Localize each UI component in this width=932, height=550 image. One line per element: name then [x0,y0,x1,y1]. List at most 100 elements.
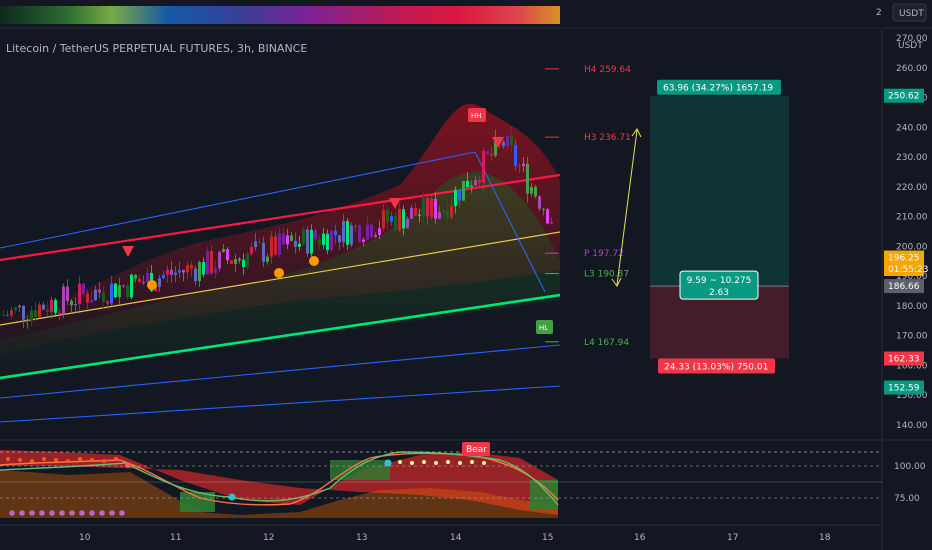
candle-body [478,180,481,183]
osc-dot [89,510,95,516]
time-tick-label: 11 [170,533,181,543]
candle-body [210,251,213,274]
long-position-tool[interactable]: 63.96 (34.27%) 1657.19 24.33 (13.03%) 750… [650,79,789,374]
candle-body [250,247,253,254]
price-tag-label: 250.62 [888,92,920,102]
osc-dot [69,510,75,516]
chart-canvas[interactable]: 2 USDT USDT 270.00260.00250.00240.00230.… [0,0,932,550]
hl-marker-label: HL [539,324,548,332]
oscillator-axis[interactable]: 100.00 75.00 [894,462,926,504]
bear-icon [274,268,284,278]
candle-body [414,207,417,216]
price-tick-label: 230.00 [896,153,928,163]
price-tag-label: 186.66 [888,282,920,292]
price-tick-label: 180.00 [896,302,928,312]
price-tick-label: 140.00 [896,421,928,431]
candle-body [218,251,221,269]
candle-body [398,209,401,231]
candle-body [86,293,89,303]
candle-body [74,304,77,306]
candle-body [306,229,309,254]
candle-body [298,243,301,247]
candle-body [374,235,377,237]
candle-body [382,209,385,229]
candle-body [94,289,97,301]
candle-body [42,304,45,310]
candle-body [450,206,453,218]
price-tick-label: 260.00 [896,64,928,74]
chart-title: Litecoin / TetherUS PERPETUAL FUTURES, 3… [6,42,308,55]
candle-body [438,212,441,219]
candle-body [230,260,233,264]
candle-body [126,285,129,298]
candle-body [474,180,477,186]
osc-dot [422,460,426,464]
osc-dot [9,510,15,516]
candle-body [350,225,353,245]
osc-dot [99,510,105,516]
candle-body [530,186,533,194]
candle-body [46,309,49,312]
candle-body [62,286,65,315]
price-tick-label: 240.00 [896,123,928,133]
candle-body [538,196,541,209]
top-strip-tick: 2 [876,8,882,18]
candle-body [378,228,381,236]
candle-body [262,242,265,262]
candle-body [122,285,125,287]
osc-dot [114,457,118,461]
candle-body [162,274,165,279]
candle-body [514,145,517,167]
candle-body [258,241,261,243]
time-axis[interactable]: 10 11 12 13 14 15 16 17 18 [79,533,831,543]
candle-body [326,233,329,251]
candle-body [302,229,305,244]
candle-body [290,235,293,241]
candle-body [486,150,489,154]
osc-tick-label: 100.00 [894,462,926,472]
candle-body [386,209,389,222]
osc-dot [19,510,25,516]
candle-body [454,190,457,207]
price-tag-label: 01:55:23 [888,265,928,275]
candle-body [178,270,181,273]
candle-body [66,286,69,301]
candle-body [142,281,145,283]
candle-body [434,198,437,219]
candle-body [466,180,469,188]
candle-body [206,251,209,275]
candle-body [482,150,485,183]
candle-body [118,285,121,298]
candle-body [114,283,117,298]
candle-body [526,163,529,194]
candle-body [442,210,445,213]
candle-body [130,274,133,298]
osc-dot [29,510,35,516]
candle-body [274,236,277,255]
candle-body [510,135,513,146]
candle-body [422,197,425,215]
candle-body [266,256,269,262]
time-tick-label: 14 [450,533,462,543]
candle-body [26,319,29,321]
candle-body [138,278,141,283]
candle-body [318,239,321,245]
candle-body [78,283,81,305]
top-strip [0,0,932,29]
candle-body [182,270,185,273]
time-tick-label: 16 [634,533,646,543]
ratio-line-2: 2.63 [709,288,729,298]
target-label: 63.96 (34.27%) 1657.19 [663,84,773,94]
osc-dot [49,510,55,516]
oscillator [0,450,559,518]
osc-dot [434,461,438,465]
osc-dot [90,458,94,462]
blue-channel-2 [0,385,560,423]
candle-body [238,259,241,261]
candle-body [198,261,201,282]
candle-body [406,218,409,229]
candle-body [342,220,345,243]
candle-body [358,225,361,242]
candle-body [22,305,25,320]
candle-body [70,300,73,306]
